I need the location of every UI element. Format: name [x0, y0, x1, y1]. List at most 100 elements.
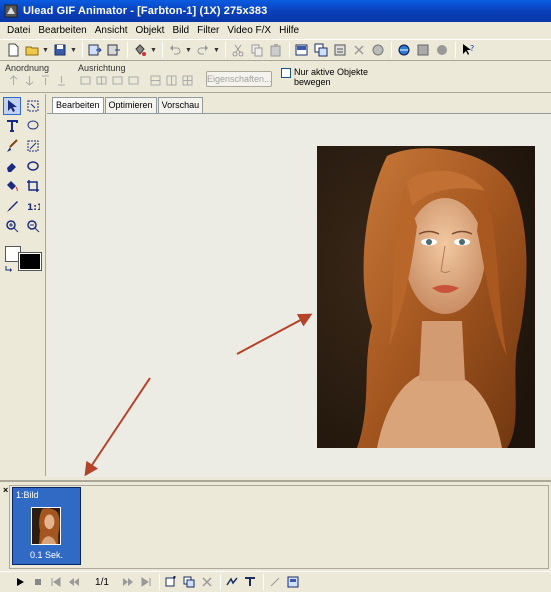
align-left-icon[interactable]	[80, 75, 91, 86]
align-right-icon[interactable]	[112, 75, 123, 86]
align-grid-icon[interactable]	[182, 75, 193, 86]
tween-frames-button[interactable]	[224, 574, 240, 590]
undo-button[interactable]	[166, 41, 184, 59]
menu-video-fx[interactable]: Video F/X	[223, 25, 275, 36]
zoom-out-icon	[27, 220, 40, 233]
last-frame-icon	[141, 577, 151, 587]
move-down-icon[interactable]	[24, 75, 35, 86]
duplicate-frame-button[interactable]	[181, 574, 197, 590]
align-bottom-icon[interactable]	[166, 75, 177, 86]
redo-button[interactable]	[194, 41, 212, 59]
align-center-icon[interactable]	[96, 75, 107, 86]
edit-canvas[interactable]	[47, 113, 551, 477]
tab-bearbeiten[interactable]: Bearbeiten	[52, 97, 104, 114]
add-video-button[interactable]	[105, 41, 123, 59]
wizard-button[interactable]	[433, 41, 451, 59]
text-tool[interactable]	[3, 117, 21, 135]
pick-tool[interactable]	[3, 97, 21, 115]
paint-dropdown-icon[interactable]: ▼	[150, 47, 157, 54]
frame-thumbnail[interactable]: 1:Bild 0.1 Sek.	[12, 487, 81, 565]
delete-frame-button[interactable]	[350, 41, 368, 59]
actual-size-tool[interactable]: 1:1	[24, 197, 42, 215]
magic-wand-tool[interactable]	[24, 137, 42, 155]
eigenschaften-button[interactable]: Eigenschaften...	[206, 71, 272, 87]
menu-objekt[interactable]: Objekt	[132, 25, 169, 36]
toolbar-separator	[391, 42, 392, 58]
menu-bearbeiten[interactable]: Bearbeiten	[34, 25, 90, 36]
ellipse-tool[interactable]	[24, 157, 42, 175]
paste-button[interactable]	[267, 41, 285, 59]
last-frame-button[interactable]	[138, 574, 154, 590]
align-middle-icon[interactable]	[150, 75, 161, 86]
save-button[interactable]	[51, 41, 69, 59]
eyedropper-tool[interactable]	[3, 197, 21, 215]
nur-aktive-objekte-checkbox[interactable]	[281, 68, 291, 78]
frame-thumb-image	[31, 507, 61, 545]
nur-aktive-objekte-label: Nur aktive Objekte bewegen	[294, 67, 369, 87]
crop-tool[interactable]	[24, 177, 42, 195]
first-frame-button[interactable]	[48, 574, 64, 590]
paint-bucket-icon	[7, 181, 18, 192]
background-color-swatch[interactable]	[18, 252, 42, 271]
optimize-button[interactable]	[414, 41, 432, 59]
copy-button[interactable]	[248, 41, 266, 59]
cut-button[interactable]	[229, 41, 247, 59]
send-to-back-icon[interactable]	[56, 75, 67, 86]
fill-tool[interactable]	[3, 177, 21, 195]
folder-icon	[25, 46, 39, 56]
move-up-icon[interactable]	[40, 75, 51, 86]
new-file-button[interactable]	[4, 41, 22, 59]
save-dropdown-icon[interactable]: ▼	[70, 47, 77, 54]
eraser-tool[interactable]	[3, 157, 21, 175]
play-button[interactable]	[12, 574, 28, 590]
swap-colors-icon[interactable]	[5, 265, 13, 273]
toolbar-separator	[127, 42, 128, 58]
tab-optimieren[interactable]: Optimieren	[104, 97, 157, 113]
portrait-image[interactable]	[317, 146, 535, 448]
brush-tool[interactable]	[3, 137, 21, 155]
marquee-tool[interactable]	[24, 97, 42, 115]
undo-dropdown-icon[interactable]: ▼	[185, 47, 192, 54]
zoom-in-tool[interactable]	[3, 217, 21, 235]
optimize-icon	[417, 44, 429, 56]
add-image-button[interactable]	[86, 41, 104, 59]
help-button[interactable]: ?	[459, 41, 477, 59]
stop-button[interactable]	[30, 574, 46, 590]
frame-add-button[interactable]	[293, 41, 311, 59]
frame-properties-button[interactable]	[331, 41, 349, 59]
frame-properties-button-bottom[interactable]	[285, 574, 301, 590]
menu-bild[interactable]: Bild	[168, 25, 193, 36]
toolbar-separator	[162, 42, 163, 58]
align-top-icon[interactable]	[128, 75, 139, 86]
redo-dropdown-icon[interactable]: ▼	[213, 47, 220, 54]
open-button[interactable]	[23, 41, 41, 59]
previous-frame-button[interactable]	[66, 574, 82, 590]
zoom-out-tool[interactable]	[24, 217, 42, 235]
menu-filter[interactable]: Filter	[193, 25, 223, 36]
menu-hilfe[interactable]: Hilfe	[275, 25, 303, 36]
tool-palette: 1:1	[0, 94, 46, 476]
delete-frame-button-bottom[interactable]	[199, 574, 215, 590]
tab-vorschau[interactable]: Vorschau	[157, 97, 204, 113]
paint-bucket-button[interactable]	[131, 41, 149, 59]
preview-browser-button[interactable]	[395, 41, 413, 59]
text-banner-button[interactable]	[242, 574, 258, 590]
close-panel-icon[interactable]: ×	[3, 485, 8, 495]
frame-panel: ×	[0, 480, 551, 570]
next-frame-button[interactable]	[120, 574, 136, 590]
marquee-icon	[27, 100, 39, 112]
add-frame-button[interactable]	[163, 574, 179, 590]
title-bar: Ulead GIF Animator - [Farbton-1] (1X) 27…	[0, 0, 551, 22]
frame-duplicate-button[interactable]	[312, 41, 330, 59]
menu-datei[interactable]: Datei	[3, 25, 34, 36]
frame-add-icon	[295, 44, 308, 56]
menu-ansicht[interactable]: Ansicht	[91, 25, 132, 36]
frame-properties-icon	[334, 44, 346, 56]
lasso-icon	[27, 120, 39, 130]
lasso-tool[interactable]	[24, 117, 42, 135]
open-dropdown-icon[interactable]: ▼	[42, 47, 49, 54]
delete-icon	[202, 577, 212, 587]
reverse-frames-button[interactable]	[267, 574, 283, 590]
bring-to-front-icon[interactable]	[8, 75, 19, 86]
tween-button[interactable]	[369, 41, 387, 59]
